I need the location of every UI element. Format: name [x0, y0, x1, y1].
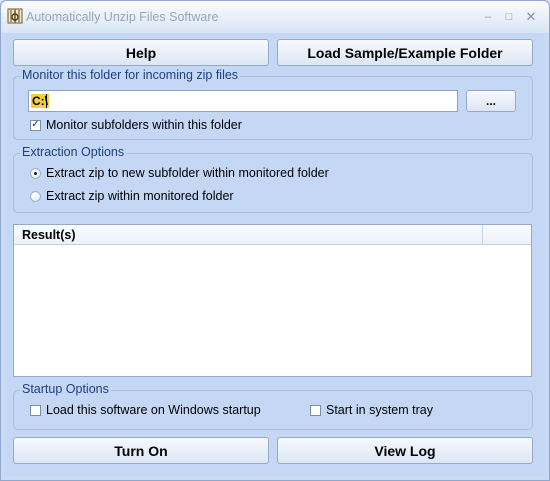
- load-on-startup-checkbox[interactable]: [30, 404, 41, 416]
- monitor-subfolders-option[interactable]: ✓ Monitor subfolders within this folder: [30, 118, 242, 132]
- extraction-options-group: Extraction Options Extract zip to new su…: [13, 145, 533, 213]
- help-button[interactable]: Help: [13, 39, 269, 66]
- monitor-folder-group: Monitor this folder for incoming zip fil…: [13, 68, 533, 140]
- window-title: Automatically Unzip Files Software: [26, 10, 219, 24]
- startup-options-group: Startup Options Load this software on Wi…: [13, 382, 533, 430]
- start-in-tray-label: Start in system tray: [326, 403, 433, 417]
- load-on-startup-option[interactable]: Load this software on Windows startup: [30, 403, 261, 417]
- minimize-icon[interactable]: –: [480, 10, 496, 24]
- monitor-group-label: Monitor this folder for incoming zip fil…: [20, 68, 241, 82]
- load-sample-folder-button[interactable]: Load Sample/Example Folder: [277, 39, 533, 66]
- extract-to-subfolder-option[interactable]: Extract zip to new subfolder within moni…: [30, 166, 329, 180]
- close-icon[interactable]: ✕: [523, 10, 539, 24]
- monitor-subfolders-label: Monitor subfolders within this folder: [46, 118, 242, 132]
- extraction-group-label: Extraction Options: [20, 145, 127, 159]
- results-header: Result(s): [14, 225, 531, 245]
- app-icon: [7, 8, 23, 24]
- extract-within-folder-option[interactable]: Extract zip within monitored folder: [30, 189, 234, 203]
- results-list[interactable]: Result(s): [13, 224, 532, 377]
- extract-to-subfolder-radio[interactable]: [30, 167, 41, 179]
- browse-folder-button[interactable]: ...: [466, 90, 516, 112]
- view-log-button[interactable]: View Log: [277, 437, 533, 464]
- results-column-header[interactable]: Result(s): [14, 225, 483, 245]
- client-area: Help Load Sample/Example Folder Monitor …: [5, 33, 545, 476]
- start-in-tray-checkbox[interactable]: [310, 404, 321, 416]
- text-caret: [46, 94, 47, 108]
- app-window: Automatically Unzip Files Software – □ ✕…: [0, 0, 550, 481]
- extract-to-subfolder-label: Extract zip to new subfolder within moni…: [46, 166, 329, 180]
- turn-on-button[interactable]: Turn On: [13, 437, 269, 464]
- title-bar[interactable]: Automatically Unzip Files Software – □ ✕: [1, 1, 549, 33]
- load-on-startup-label: Load this software on Windows startup: [46, 403, 261, 417]
- maximize-icon[interactable]: □: [501, 10, 517, 24]
- startup-group-label: Startup Options: [20, 382, 111, 396]
- folder-path-input[interactable]: C:\: [28, 90, 458, 112]
- extract-within-folder-label: Extract zip within monitored folder: [46, 189, 234, 203]
- monitor-subfolders-checkbox[interactable]: ✓: [30, 119, 41, 131]
- extract-within-folder-radio[interactable]: [30, 190, 41, 202]
- start-in-tray-option[interactable]: Start in system tray: [310, 403, 433, 417]
